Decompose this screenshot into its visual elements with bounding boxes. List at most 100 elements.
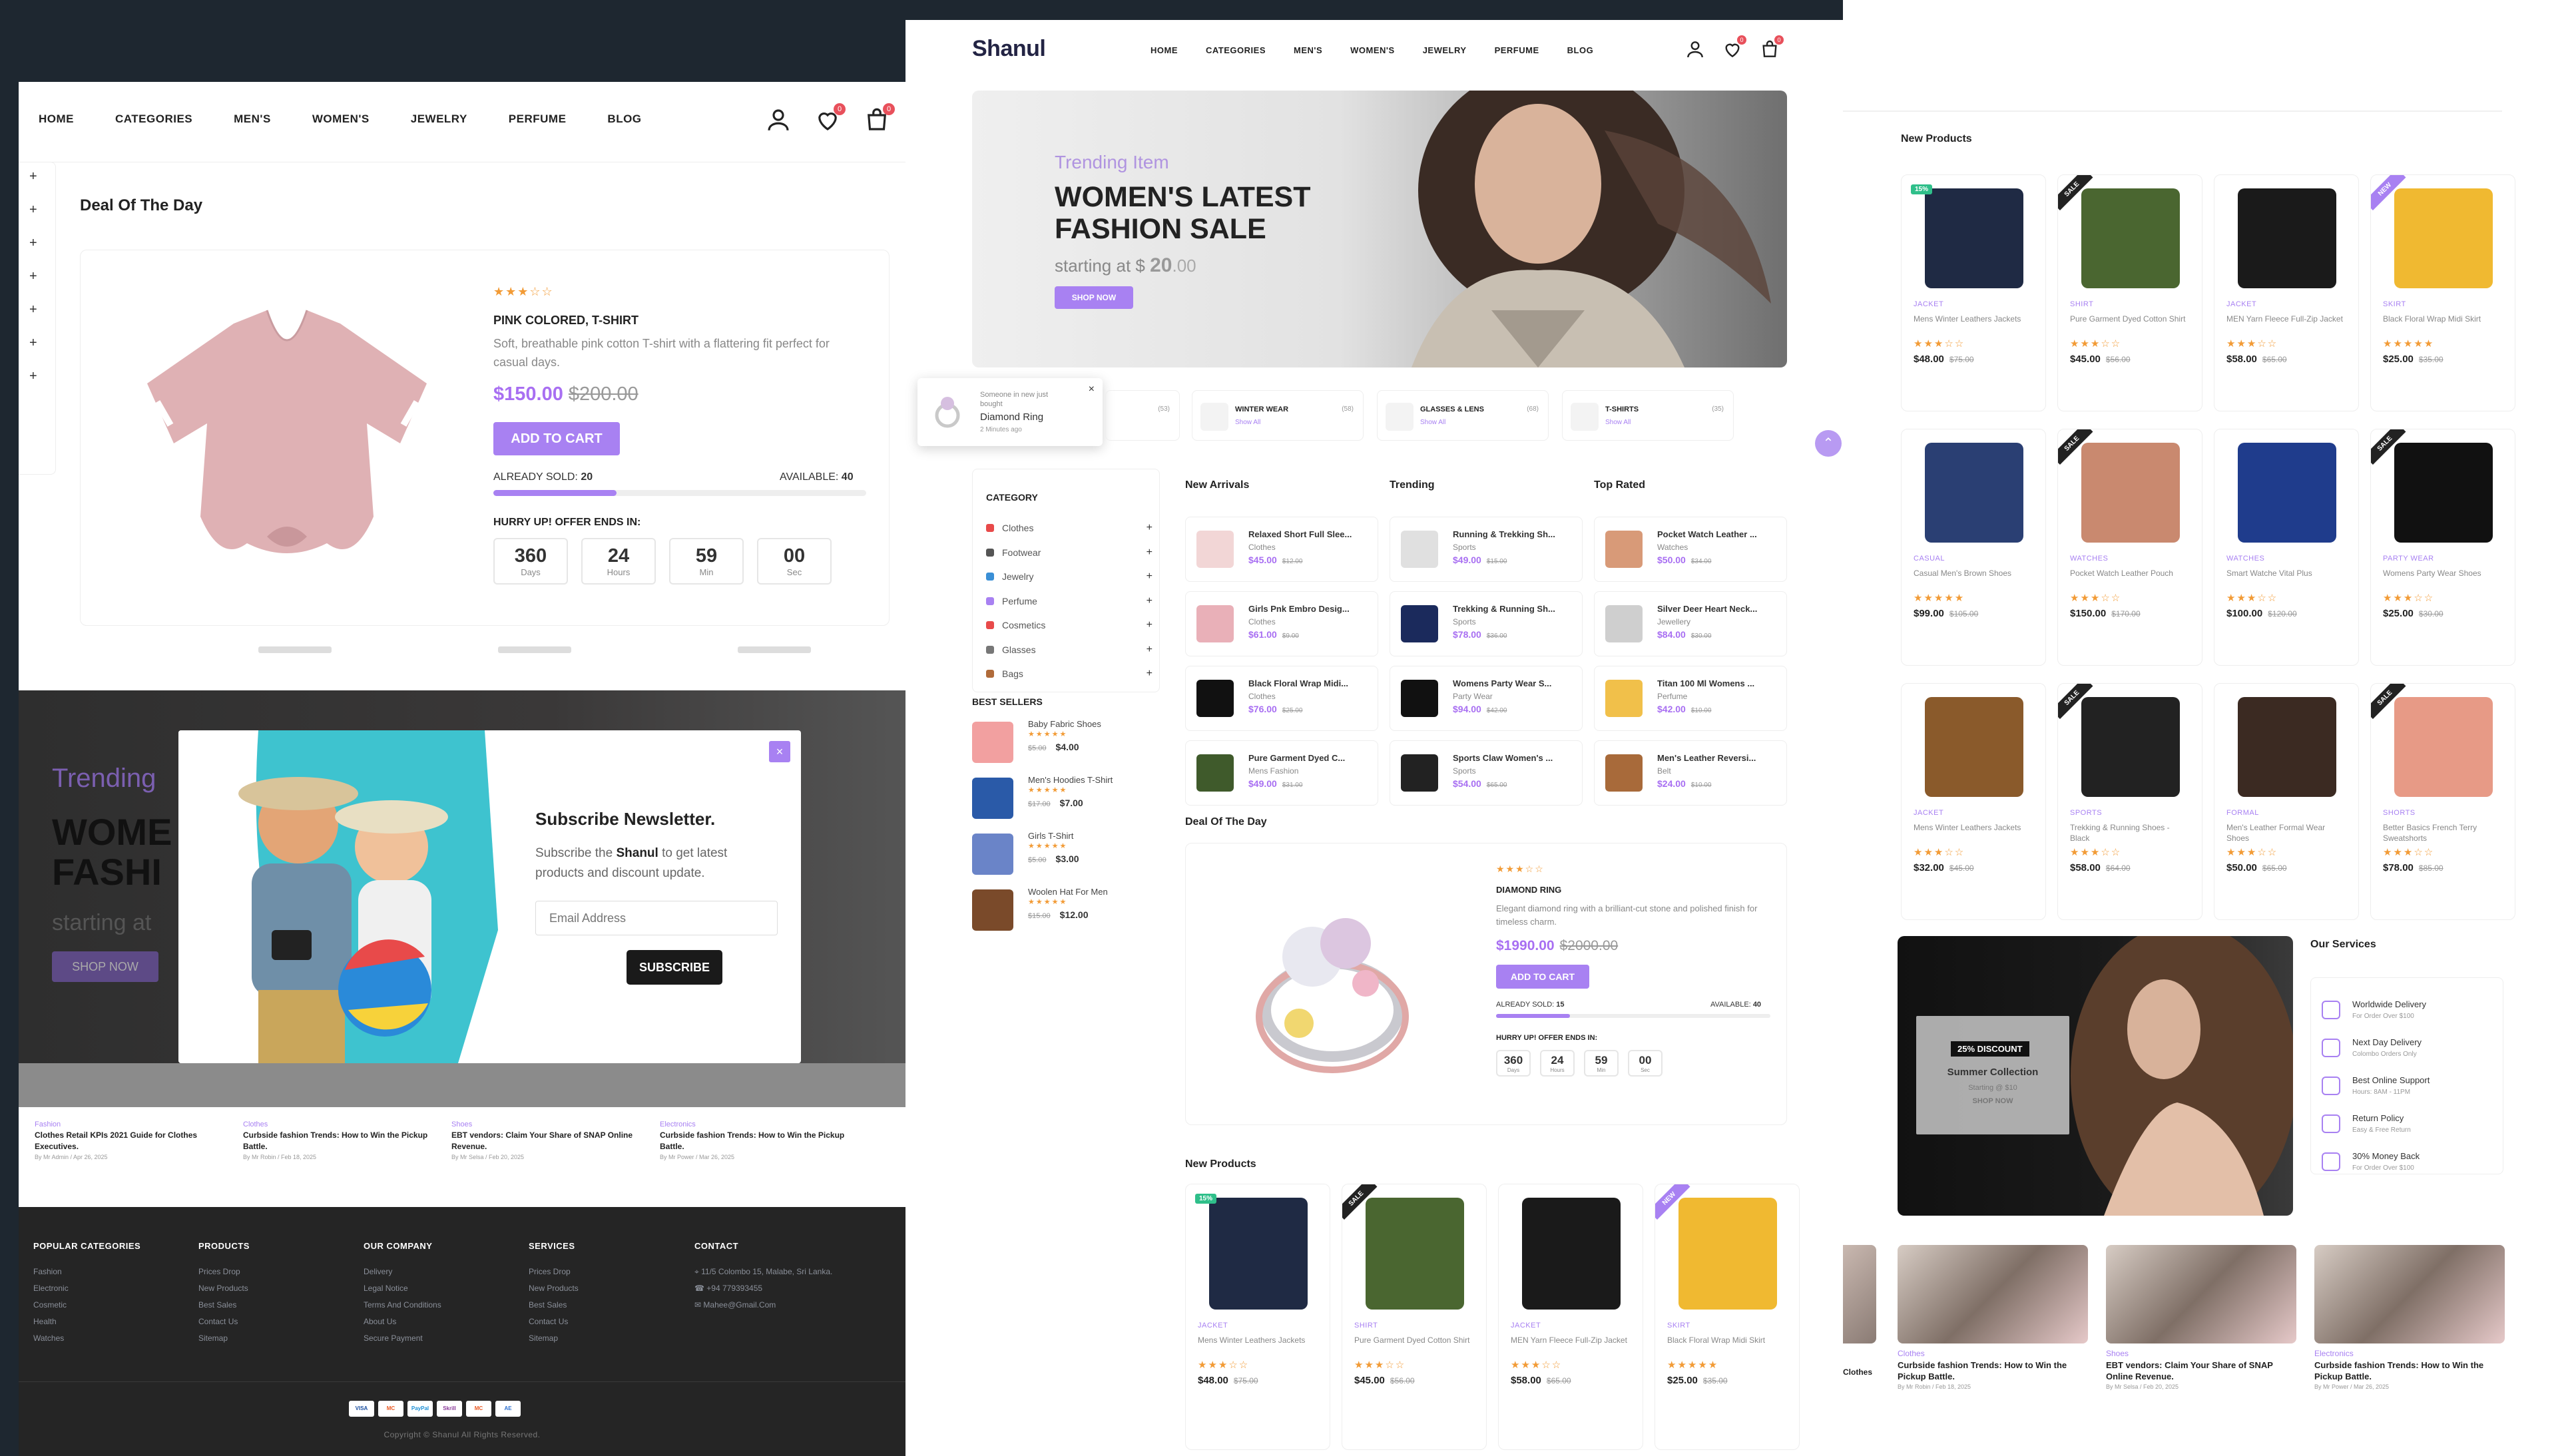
product-list-card[interactable]: Men's Leather Reversi... Belt $24.00 $10.00 [1594, 740, 1787, 806]
footer-link[interactable]: Terms And Conditions [364, 1297, 529, 1314]
wishlist-button[interactable]: 0 [814, 103, 846, 137]
left-hero-shop-button[interactable]: SHOP NOW [52, 951, 158, 982]
blog-card[interactable]: Electronics Curbside fashion Trends: How … [660, 1120, 860, 1160]
deal-add-to-cart-button[interactable]: ADD TO CART [493, 422, 620, 455]
plus-icon[interactable]: + [1147, 595, 1153, 607]
category-item[interactable]: Bags + [986, 662, 1153, 686]
nav-link[interactable]: BLOG [607, 113, 641, 126]
footer-link[interactable]: Contact Us [198, 1314, 364, 1330]
nav-link[interactable]: JEWELRY [1423, 45, 1467, 55]
footer-link[interactable]: Prices Drop [198, 1264, 364, 1280]
category-strip-item[interactable]: GLASSES & LENS Show All (68) [1377, 390, 1549, 441]
plus-icon[interactable]: + [29, 269, 37, 284]
category-item[interactable]: Cosmetics + [986, 613, 1153, 638]
footer-link[interactable]: Health [33, 1314, 198, 1330]
newsletter-email-input[interactable] [535, 901, 778, 935]
plus-icon[interactable]: + [1147, 547, 1153, 559]
category-item[interactable]: Clothes + [986, 516, 1153, 541]
plus-icon[interactable]: + [29, 169, 37, 184]
plus-icon[interactable]: + [1147, 644, 1153, 656]
category-item[interactable]: Jewelry + [986, 565, 1153, 589]
best-seller-item[interactable]: Girls T-Shirt ★★★★★ $5.00 $3.00 [972, 831, 1160, 887]
best-seller-item[interactable]: Men's Hoodies T-Shirt ★★★★★ $17.00 $7.00 [972, 775, 1160, 831]
category-strip-link[interactable]: Show All [1235, 419, 1260, 426]
best-seller-item[interactable]: Woolen Hat For Men ★★★★★ $15.00 $12.00 [972, 887, 1160, 943]
toast-close-button[interactable]: × [1089, 383, 1095, 395]
user-icon[interactable] [764, 106, 792, 134]
product-card[interactable]: WATCHES Smart Watche Vital Plus ★★★☆☆ $100.… [2214, 429, 2359, 666]
footer-link[interactable]: Electronic [33, 1280, 198, 1297]
footer-link[interactable]: Sitemap [529, 1330, 694, 1347]
category-item[interactable]: Glasses + [986, 638, 1153, 662]
promo-shop-button[interactable]: SHOP NOW [1916, 1097, 2069, 1105]
product-list-card[interactable]: Pocket Watch Leather ... Watches $50.00 $34… [1594, 517, 1787, 582]
product-list-card[interactable]: Relaxed Short Full Slee... Clothes $45.00 $… [1185, 517, 1378, 582]
nav-link[interactable]: HOME [1151, 45, 1178, 55]
footer-link[interactable]: New Products [529, 1280, 694, 1297]
nav-link[interactable]: PERFUME [1495, 45, 1539, 55]
plus-icon[interactable]: + [29, 236, 37, 251]
blog-card[interactable]: Shoes EBT vendors: Claim Your Share of SN… [2106, 1245, 2299, 1390]
footer-link[interactable]: About Us [364, 1314, 529, 1330]
footer-link[interactable]: Best Sales [529, 1297, 694, 1314]
product-card[interactable]: CASUAL Casual Men's Brown Shoes ★★★★★ $99.0… [1901, 429, 2046, 666]
plus-icon[interactable]: + [1147, 571, 1153, 583]
product-card[interactable]: 15% JACKET Mens Winter Leathers Jackets ★★★… [1901, 174, 2046, 411]
blog-card[interactable]: Electronics Curbside fashion Trends: How … [2314, 1245, 2507, 1390]
product-card[interactable]: JACKET MEN Yarn Fleece Full-Zip Jacket ★★★… [1498, 1184, 1643, 1450]
product-card[interactable]: NEW SKIRT Black Floral Wrap Midi Skirt ★★★★… [2370, 174, 2515, 411]
newsletter-close-button[interactable]: × [769, 741, 790, 762]
newsletter-subscribe-button[interactable]: SUBSCRIBE [627, 950, 722, 985]
footer-link[interactable]: Secure Payment [364, 1330, 529, 1347]
blog-title[interactable]: Curbside fashion Trends: How to Win the … [660, 1130, 860, 1152]
blog-card[interactable]: Shoes EBT vendors: Claim Your Share of SN… [451, 1120, 651, 1160]
scroll-top-button[interactable]: ⌃ [1815, 430, 1842, 457]
footer-link[interactable]: Contact Us [529, 1314, 694, 1330]
blog-card[interactable]: Clothes Curbside fashion Trends: How to W… [1898, 1245, 2091, 1390]
cart-button[interactable]: 0 [1759, 35, 1784, 63]
footer-link[interactable]: Prices Drop [529, 1264, 694, 1280]
product-list-card[interactable]: Pure Garment Dyed C... Mens Fashion $49.00… [1185, 740, 1378, 806]
plus-icon[interactable]: + [1147, 668, 1153, 680]
product-card[interactable]: SALE WATCHES Pocket Watch Leather Pouch ★★★… [2057, 429, 2202, 666]
product-card[interactable]: SALE SHIRT Pure Garment Dyed Cotton Shirt ★… [1342, 1184, 1487, 1450]
product-card[interactable]: SALE SPORTS Trekking & Running Shoes - Bla… [2057, 683, 2202, 920]
category-strip-item[interactable]: WINTER WEAR Show All (58) [1192, 390, 1364, 441]
nav-link[interactable]: WOMEN'S [1350, 45, 1395, 55]
product-list-card[interactable]: Girls Pnk Embro Desig... Clothes $61.00 $9.… [1185, 591, 1378, 656]
nav-link[interactable]: PERFUME [509, 113, 567, 126]
best-seller-item[interactable]: Baby Fabric Shoes ★★★★★ $5.00 $4.00 [972, 719, 1160, 775]
plus-icon[interactable]: + [29, 302, 37, 318]
footer-link[interactable]: Watches [33, 1330, 198, 1347]
nav-link[interactable]: HOME [39, 113, 74, 126]
category-strip-link[interactable]: Show All [1605, 419, 1631, 426]
brand-logo[interactable]: Shanul [972, 36, 1046, 62]
product-card[interactable]: FORMAL Men's Leather Formal Wear Shoes ★★★… [2214, 683, 2359, 920]
category-strip-item[interactable]: (53) [1105, 390, 1180, 441]
blog-title[interactable]: EBT vendors: Claim Your Share of SNAP On… [451, 1130, 651, 1152]
nav-link[interactable]: WOMEN'S [312, 113, 370, 126]
footer-link[interactable]: Delivery [364, 1264, 529, 1280]
wishlist-button[interactable]: 0 [1722, 35, 1746, 63]
product-list-card[interactable]: Trekking & Running Sh... Sports $78.00 $36.… [1390, 591, 1583, 656]
footer-link[interactable]: Sitemap [198, 1330, 364, 1347]
nav-link[interactable]: JEWELRY [411, 113, 467, 126]
hero-shop-now-button[interactable]: SHOP NOW [1055, 286, 1133, 309]
plus-icon[interactable]: + [1147, 522, 1153, 534]
product-card[interactable]: JACKET Mens Winter Leathers Jackets ★★★☆☆ $… [1901, 683, 2046, 920]
nav-link[interactable]: BLOG [1567, 45, 1594, 55]
blog-title[interactable]: Clothes Retail KPIs 2021 Guide for Cloth… [35, 1130, 234, 1152]
product-card[interactable]: SALE SHIRT Pure Garment Dyed Cotton Shirt ★… [2057, 174, 2202, 411]
plus-icon[interactable]: + [1147, 619, 1153, 631]
cart-button[interactable]: 0 [863, 103, 895, 137]
product-list-card[interactable]: Silver Deer Heart Neck... Jewellery $84.00… [1594, 591, 1787, 656]
nav-link[interactable]: MEN'S [1294, 45, 1322, 55]
mid-deal-add-to-cart-button[interactable]: ADD TO CART [1496, 965, 1589, 989]
product-card[interactable]: NEW SKIRT Black Floral Wrap Midi Skirt ★★★★… [1655, 1184, 1800, 1450]
product-card[interactable]: SALE SHORTS Better Basics French Terry Swe… [2370, 683, 2515, 920]
product-card[interactable]: JACKET MEN Yarn Fleece Full-Zip Jacket ★★★… [2214, 174, 2359, 411]
blog-card[interactable]: Fashion Clothes Retail KPIs 2021 Guide fo… [35, 1120, 234, 1160]
footer-link[interactable]: New Products [198, 1280, 364, 1297]
nav-link[interactable]: CATEGORIES [115, 113, 192, 126]
product-list-card[interactable]: Sports Claw Women's ... Sports $54.00 $65.0… [1390, 740, 1583, 806]
